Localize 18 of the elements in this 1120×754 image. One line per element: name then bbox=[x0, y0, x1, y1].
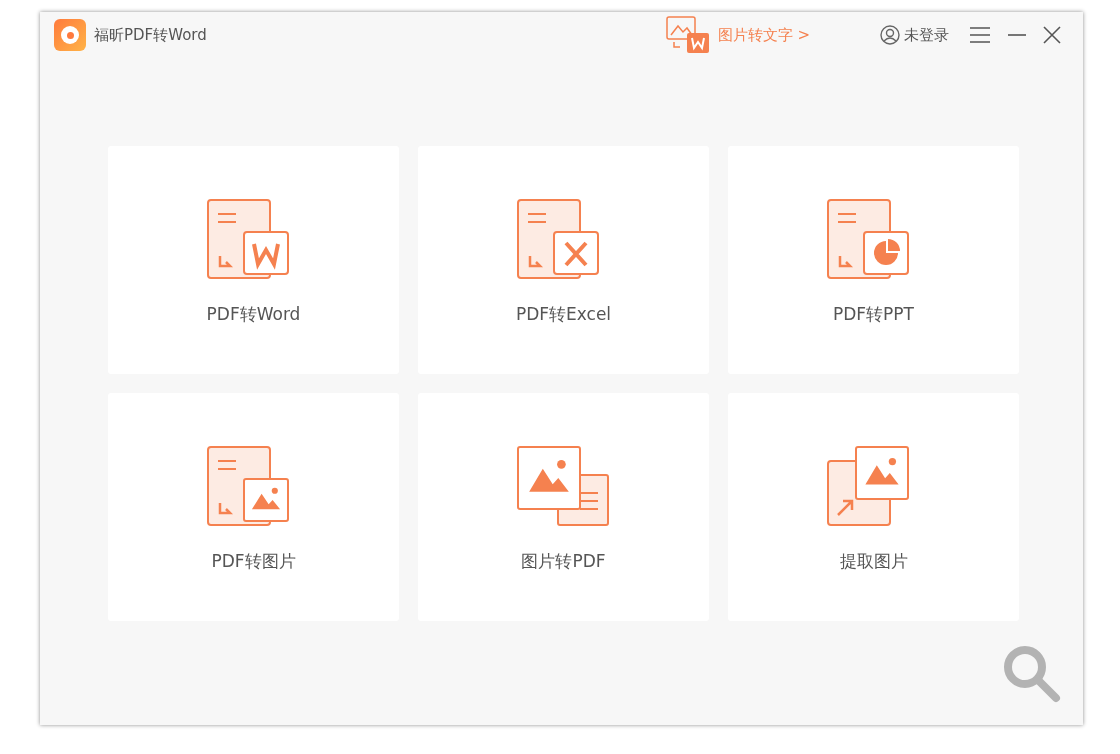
close-button[interactable] bbox=[1043, 26, 1061, 44]
close-icon bbox=[1043, 26, 1061, 44]
tool-card[interactable]: PDF转PPT bbox=[728, 146, 1019, 374]
tool-card[interactable]: 提取图片 bbox=[728, 393, 1019, 621]
menu-button[interactable] bbox=[969, 26, 991, 44]
tool-card[interactable]: PDF转图片 bbox=[108, 393, 399, 621]
app-title: 福昕PDF转Word bbox=[94, 24, 207, 46]
search-icon bbox=[1003, 645, 1061, 703]
menu-icon bbox=[969, 26, 991, 44]
tool-card[interactable]: PDF转Word bbox=[108, 146, 399, 374]
account-button[interactable]: 未登录 bbox=[880, 23, 949, 47]
image-to-word-icon bbox=[665, 16, 710, 54]
tool-card[interactable]: 图片转PDF bbox=[418, 393, 709, 621]
document-conversion-icon bbox=[515, 445, 612, 529]
minimize-icon bbox=[1007, 34, 1027, 36]
tool-card[interactable]: PDF转Excel bbox=[418, 146, 709, 374]
user-icon bbox=[880, 25, 900, 45]
app-logo-icon bbox=[54, 19, 86, 51]
